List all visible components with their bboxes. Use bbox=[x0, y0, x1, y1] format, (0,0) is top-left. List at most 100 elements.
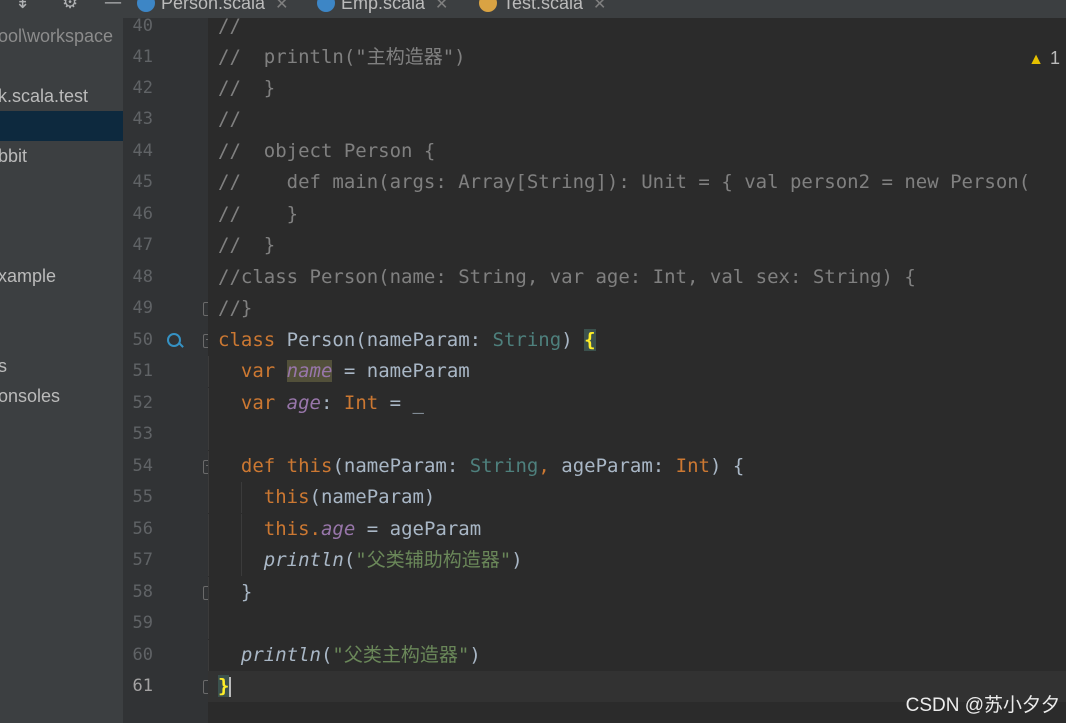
tab-emp-scala[interactable]: Emp.scala ✕ bbox=[317, 0, 448, 18]
code-line[interactable]: class Person(nameParam: String) { bbox=[208, 325, 1066, 356]
line-number: 47 bbox=[132, 235, 153, 255]
close-icon[interactable]: ✕ bbox=[593, 0, 606, 13]
line-number: 40 bbox=[132, 16, 153, 36]
code-line[interactable]: //} bbox=[208, 293, 1066, 324]
indent-guide bbox=[208, 514, 209, 545]
scala-object-icon bbox=[479, 0, 497, 13]
code-line[interactable] bbox=[208, 419, 1066, 450]
indent-guide bbox=[208, 482, 209, 513]
code-line[interactable]: // } bbox=[208, 230, 1066, 261]
indent-guide bbox=[208, 388, 209, 419]
code-text: ageParam: bbox=[561, 455, 676, 477]
indent-guide bbox=[208, 608, 209, 639]
code-text: ( bbox=[343, 549, 356, 571]
code-text: ) bbox=[511, 549, 523, 571]
tab-person-scala[interactable]: Person.scala ✕ bbox=[137, 0, 288, 18]
line-number-gutter[interactable]: 40 41 42 43 44 45 46 47 48 49 50 51 52 5… bbox=[123, 16, 215, 723]
code-text: = _ bbox=[378, 392, 424, 414]
project-path: ool\workspace bbox=[0, 26, 114, 46]
matched-brace: { bbox=[584, 329, 596, 351]
code-line[interactable]: // } bbox=[208, 199, 1066, 230]
code-line[interactable]: this.age = ageParam bbox=[208, 514, 1066, 545]
code-text: (nameParam) bbox=[309, 486, 436, 508]
close-icon[interactable]: ✕ bbox=[435, 0, 448, 13]
code-line[interactable]: // println("主构造器") bbox=[208, 42, 1066, 73]
code-line[interactable]: // } bbox=[208, 73, 1066, 104]
field: age bbox=[286, 392, 321, 414]
code-line[interactable]: // object Person { bbox=[208, 136, 1066, 167]
code-line[interactable]: //class Person(name: String, var age: In… bbox=[208, 262, 1066, 293]
function-call: println bbox=[240, 644, 321, 666]
comment: // println("主构造器") bbox=[218, 46, 466, 68]
code-line[interactable]: // def main(args: Array[String]): Unit =… bbox=[208, 167, 1066, 198]
string-literal: "父类辅助构造器" bbox=[355, 549, 512, 571]
keyword: this bbox=[286, 455, 333, 477]
tree-item-scala-test[interactable]: k.scala.test bbox=[0, 81, 123, 111]
comment: // def main(args: Array[String]): Unit =… bbox=[218, 171, 1031, 193]
comment: // bbox=[218, 18, 241, 37]
scala-class-icon bbox=[317, 0, 335, 13]
line-number: 57 bbox=[132, 550, 153, 570]
line-number: 59 bbox=[132, 613, 153, 633]
close-icon[interactable]: ✕ bbox=[275, 0, 288, 13]
tree-item-selected[interactable] bbox=[0, 111, 123, 141]
line-number-current: 61 bbox=[132, 676, 153, 696]
override-icon[interactable] bbox=[167, 333, 181, 347]
indent-guide bbox=[208, 451, 209, 482]
keyword: var bbox=[240, 360, 276, 382]
line-number: 51 bbox=[132, 361, 153, 381]
comment: // } bbox=[218, 77, 276, 99]
collapse-icon[interactable]: ⇟ bbox=[15, 0, 30, 12]
tree-item-example[interactable]: xample bbox=[0, 261, 123, 291]
line-number: 60 bbox=[132, 645, 153, 665]
tree-item-consoles[interactable]: onsoles bbox=[0, 381, 123, 411]
code-line[interactable] bbox=[208, 608, 1066, 639]
line-number: 52 bbox=[132, 393, 153, 413]
tree-item-s[interactable]: s bbox=[0, 351, 123, 381]
code-text: Person(nameParam: bbox=[275, 329, 493, 351]
keyword: class bbox=[218, 329, 276, 351]
code-editor[interactable]: // // println("主构造器") // } // // object … bbox=[208, 18, 1066, 723]
string-literal: "父类主构造器" bbox=[332, 644, 470, 666]
code-line[interactable]: // bbox=[208, 18, 1066, 42]
line-number: 49 bbox=[132, 298, 153, 318]
editor-tab-bar: Person.scala ✕ Emp.scala ✕ Test.scala ✕ bbox=[123, 0, 1066, 19]
line-number: 58 bbox=[132, 582, 153, 602]
keyword: var bbox=[240, 392, 276, 414]
tab-label: Test.scala bbox=[503, 0, 584, 13]
type: Int bbox=[675, 455, 710, 477]
field: age bbox=[320, 518, 356, 540]
code-text: : bbox=[321, 392, 344, 414]
indent-guide bbox=[208, 419, 209, 450]
code-line[interactable]: } bbox=[208, 577, 1066, 608]
code-line[interactable]: def this(nameParam: String, ageParam: In… bbox=[208, 451, 1066, 482]
comment: //} bbox=[218, 297, 253, 319]
code-line[interactable]: var age: Int = _ bbox=[208, 388, 1066, 419]
code-text: ) { bbox=[709, 455, 745, 477]
code-text: } bbox=[240, 581, 253, 603]
code-line[interactable]: this(nameParam) bbox=[208, 482, 1066, 513]
line-number: 45 bbox=[132, 172, 153, 192]
code-line[interactable]: // bbox=[208, 104, 1066, 135]
indent-guide bbox=[208, 577, 209, 608]
comment: // object Person { bbox=[218, 140, 436, 162]
gear-icon[interactable]: ⚙ bbox=[62, 0, 78, 12]
line-number: 54 bbox=[132, 456, 153, 476]
function-call: println bbox=[263, 549, 344, 571]
indent-guide bbox=[208, 356, 209, 387]
warning-count: 1 bbox=[1049, 48, 1060, 68]
tab-label: Person.scala bbox=[161, 0, 266, 13]
inspection-widget[interactable]: ▲ 1 bbox=[1028, 48, 1060, 69]
tree-item-rabbit[interactable]: bbit bbox=[0, 141, 123, 171]
code-line[interactable]: println("父类辅助构造器") bbox=[208, 545, 1066, 576]
line-number: 56 bbox=[132, 519, 153, 539]
indent-guide bbox=[241, 545, 242, 576]
line-number: 48 bbox=[132, 267, 153, 287]
tab-test-scala[interactable]: Test.scala ✕ bbox=[479, 0, 606, 18]
code-line[interactable]: println("父类主构造器") bbox=[208, 640, 1066, 671]
tab-label: Emp.scala bbox=[341, 0, 426, 13]
keyword: this bbox=[263, 486, 310, 508]
code-line[interactable]: var name = nameParam bbox=[208, 356, 1066, 387]
code-text: ) bbox=[561, 329, 585, 351]
minimize-icon[interactable]: — bbox=[104, 0, 122, 12]
